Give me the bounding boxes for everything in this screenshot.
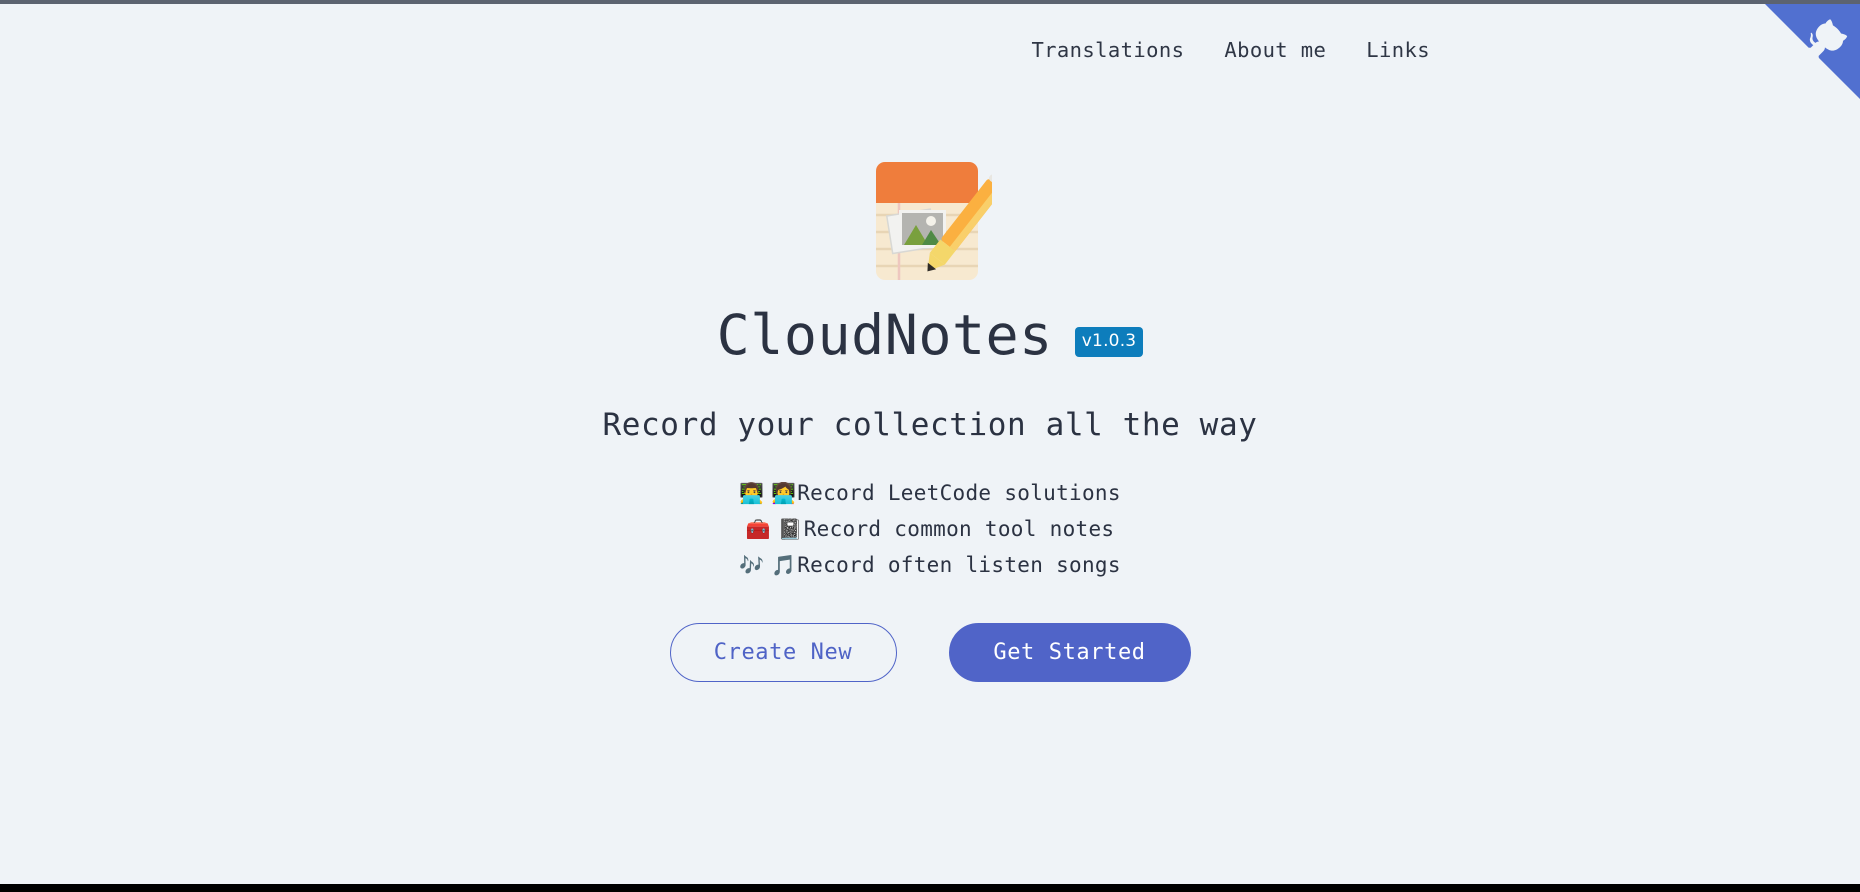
hero-section: CloudNotes v1.0.3 Record your collection… [0,96,1860,682]
browser-top-edge [0,0,1860,4]
page-root: Translations About me Links CloudNotes v… [0,4,1860,884]
nav-link-translations[interactable]: Translations [1031,38,1184,62]
list-item: 🧰 📓Record common tool notes [739,511,1121,547]
tagline: Record your collection all the way [602,407,1258,443]
feature-text: Record common tool notes [803,517,1115,541]
nav-link-links[interactable]: Links [1366,38,1430,62]
title-row: CloudNotes v1.0.3 [717,308,1144,363]
get-started-button[interactable]: Get Started [948,623,1191,682]
list-item: 🎶 🎵Record often listen songs [739,547,1121,583]
nav-link-about-me[interactable]: About me [1224,38,1326,62]
top-navigation-bar: Translations About me Links [0,4,1860,96]
music-notes-emoji: 🎶 🎵 [739,553,797,577]
github-corner-link[interactable] [1765,4,1860,99]
feature-text: Record LeetCode solutions [797,481,1121,505]
cta-button-row: Create New Get Started [669,623,1191,682]
github-octocat-icon [1765,4,1860,99]
technologist-emoji: 👨‍💻 👩‍💻 [739,481,797,505]
feature-list: 👨‍💻 👩‍💻Record LeetCode solutions 🧰 📓Reco… [739,475,1121,583]
list-item: 👨‍💻 👩‍💻Record LeetCode solutions [739,475,1121,511]
toolbox-notebook-emoji: 🧰 📓 [745,517,803,541]
browser-bottom-edge [0,884,1860,892]
version-badge: v1.0.3 [1074,326,1144,357]
memo-notepad-pencil-icon [876,162,992,280]
create-new-button[interactable]: Create New [669,623,897,682]
feature-text: Record often listen songs [797,553,1121,577]
page-title: CloudNotes [716,303,1053,367]
